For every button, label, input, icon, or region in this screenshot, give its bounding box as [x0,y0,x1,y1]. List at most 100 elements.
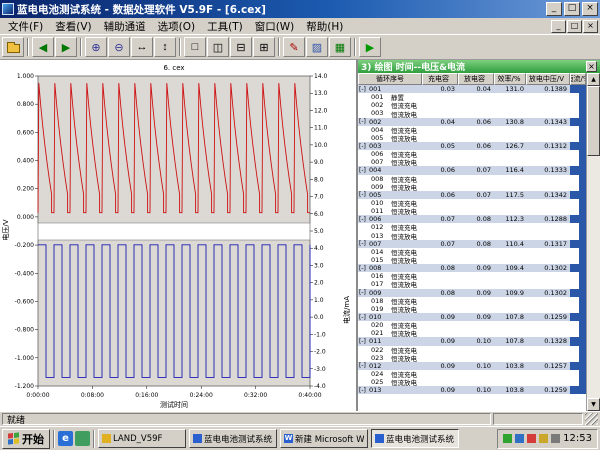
collapse-toggle[interactable]: [-] [358,387,369,394]
collapse-toggle[interactable]: [-] [358,314,369,321]
layout-two-vertical-button[interactable]: ⊟ [230,37,252,57]
record-row[interactable]: 023 恒流放电 [358,353,586,362]
zoom-in-button[interactable]: ⊕ [85,37,107,57]
task-word-doc[interactable]: W 新建 Microsoft W... [280,429,368,448]
record-row[interactable]: 010 恒流充电 [358,198,586,208]
tray-icon-1[interactable] [503,434,513,443]
cycle-row[interactable]: [-] 009 0.08 0.09 109.9 0.1302 [358,288,586,297]
record-row[interactable]: 003 恒流放电 [358,109,586,118]
mdi-close-button[interactable]: × [583,19,598,33]
menu-help[interactable]: 帮助(H) [300,18,349,35]
record-row[interactable]: 012 恒流充电 [358,223,586,232]
record-row[interactable]: 005 恒流放电 [358,133,586,142]
record-row[interactable]: 004 恒流充电 [358,125,586,134]
menu-options[interactable]: 选项(O) [152,18,201,35]
layout-four-button[interactable]: ⊞ [253,37,275,57]
cycle-row[interactable]: [-] 007 0.07 0.08 110.4 0.1317 [358,239,586,248]
cycle-row[interactable]: [-] 004 0.06 0.07 116.4 0.1333 [358,166,586,175]
record-row[interactable]: 016 恒流充电 [358,272,586,281]
record-row[interactable]: 021 恒流放电 [358,329,586,338]
minimize-button[interactable]: _ [546,2,562,16]
scroll-up-icon[interactable]: ▲ [587,73,600,86]
cycle-row[interactable]: [-] 003 0.05 0.06 126.7 0.1312 [358,141,586,151]
collapse-toggle[interactable]: [-] [358,191,369,198]
scroll-down-icon[interactable]: ▼ [587,398,600,411]
collapse-toggle[interactable]: [-] [358,362,369,369]
task-land-test-system-2[interactable]: 蓝电电池测试系统... [371,429,459,448]
zoom-horizontal-button[interactable]: ↔ [131,37,153,57]
start-button[interactable]: 开始 [2,428,50,449]
background-color-button[interactable]: ▨ [306,37,328,57]
restore-button[interactable]: □ [564,2,580,16]
collapse-toggle[interactable]: [-] [358,167,369,174]
menu-view[interactable]: 查看(V) [49,18,97,35]
panel-close-button[interactable]: × [586,61,597,72]
cycle-row[interactable]: [-] 005 0.06 0.07 117.5 0.1342 [358,190,586,199]
back-button[interactable]: ◀ [32,37,54,57]
record-row[interactable]: 015 恒流放电 [358,255,586,265]
curve-color-button[interactable]: ✎ [283,37,305,57]
quicklaunch-browser-icon[interactable]: e [58,431,73,446]
record-row[interactable]: 025 恒流放电 [358,378,586,387]
forward-button[interactable]: ▶ [55,37,77,57]
collapse-toggle[interactable]: [-] [358,240,369,247]
record-row[interactable]: 014 恒流充电 [358,247,586,256]
zoom-vertical-button[interactable]: ↕ [154,37,176,57]
cycle-row[interactable]: [-] 006 0.07 0.08 112.3 0.1288 [358,215,586,224]
cycle-row[interactable]: [-] 008 0.08 0.09 109.4 0.1302 [358,264,586,273]
record-row[interactable]: 009 恒流放电 [358,182,586,191]
record-row[interactable]: 024 恒流充电 [358,369,586,379]
record-row[interactable]: 008 恒流充电 [358,174,586,183]
collapse-toggle[interactable]: [-] [358,86,369,93]
panel-tab-bar[interactable]: 3) 绘图 时间--电压&电流 × [358,60,600,73]
cycle-row[interactable]: [-] 002 0.04 0.06 130.8 0.1343 [358,117,586,126]
record-row[interactable]: 006 恒流充电 [358,150,586,159]
collapse-toggle[interactable]: [-] [358,216,369,223]
record-row[interactable]: 019 恒流放电 [358,304,586,313]
record-row[interactable]: 017 恒流放电 [358,280,586,289]
cycle-row[interactable]: [-] 012 0.09 0.10 103.8 0.1257 [358,361,586,370]
record-row[interactable]: 001 静置 [358,93,586,102]
mdi-restore-button[interactable]: □ [567,19,582,33]
record-row[interactable]: 007 恒流放电 [358,158,586,167]
cycle-row[interactable]: [-] 010 0.09 0.09 107.8 0.1259 [358,312,586,322]
collapse-toggle[interactable]: [-] [358,143,369,150]
layout-single-button[interactable]: □ [184,37,206,57]
task-land-v59f[interactable]: LAND_V59F [98,429,186,448]
cycle-row[interactable]: [-] 011 0.09 0.10 107.8 0.1328 [358,337,586,346]
scroll-thumb[interactable] [587,86,600,156]
record-row[interactable]: 018 恒流充电 [358,296,586,305]
tray-icon-3[interactable] [527,434,537,443]
tray-icon-4[interactable] [539,434,549,443]
scroll-track[interactable] [587,156,600,398]
menu-tools[interactable]: 工具(T) [201,18,249,35]
cycle-row[interactable]: [-] 001 0.03 0.04 131.0 0.1389 [358,85,586,94]
zoom-out-button[interactable]: ⊖ [108,37,130,57]
run-button[interactable]: ▶ [359,37,381,57]
quicklaunch-show-desktop-icon[interactable] [75,431,90,446]
collapse-toggle[interactable]: [-] [358,338,369,345]
tray-icon-5[interactable] [551,434,561,443]
window-titlebar[interactable]: 蓝电电池测试系统 - 数据处理软件 V5.9F - [6.cex] _ □ × [0,0,600,18]
record-row[interactable]: 022 恒流充电 [358,345,586,354]
menu-file[interactable]: 文件(F) [2,18,49,35]
table-scrollbar[interactable]: ▲ ▼ [586,73,600,411]
collapse-toggle[interactable]: [-] [358,265,369,272]
record-row[interactable]: 002 恒流充电 [358,101,586,110]
record-row[interactable]: 013 恒流放电 [358,231,586,240]
menu-window[interactable]: 窗口(W) [249,18,301,35]
task-land-test-system-1[interactable]: 蓝电电池测试系统... [189,429,277,448]
chart-settings-button[interactable]: ▦ [329,37,351,57]
chart-svg[interactable]: 6. cex 1.000 0.800 0.600 0.400 0.200 0.000 -0.2… [0,60,356,411]
cycle-row[interactable]: [-] 013 0.09 0.10 103.8 0.1259 [358,386,586,395]
tray-icon-2[interactable] [515,434,525,443]
record-row[interactable]: 011 恒流放电 [358,207,586,216]
close-button[interactable]: × [582,2,598,16]
open-file-button[interactable] [2,37,24,57]
layout-two-horizontal-button[interactable]: ◫ [207,37,229,57]
taskbar-clock[interactable]: 12:53 [563,433,592,444]
menu-aux-channel[interactable]: 辅助通道 [98,18,152,35]
collapse-toggle[interactable]: [-] [358,118,369,125]
record-row[interactable]: 020 恒流充电 [358,321,586,330]
mdi-minimize-button[interactable]: _ [551,19,566,33]
